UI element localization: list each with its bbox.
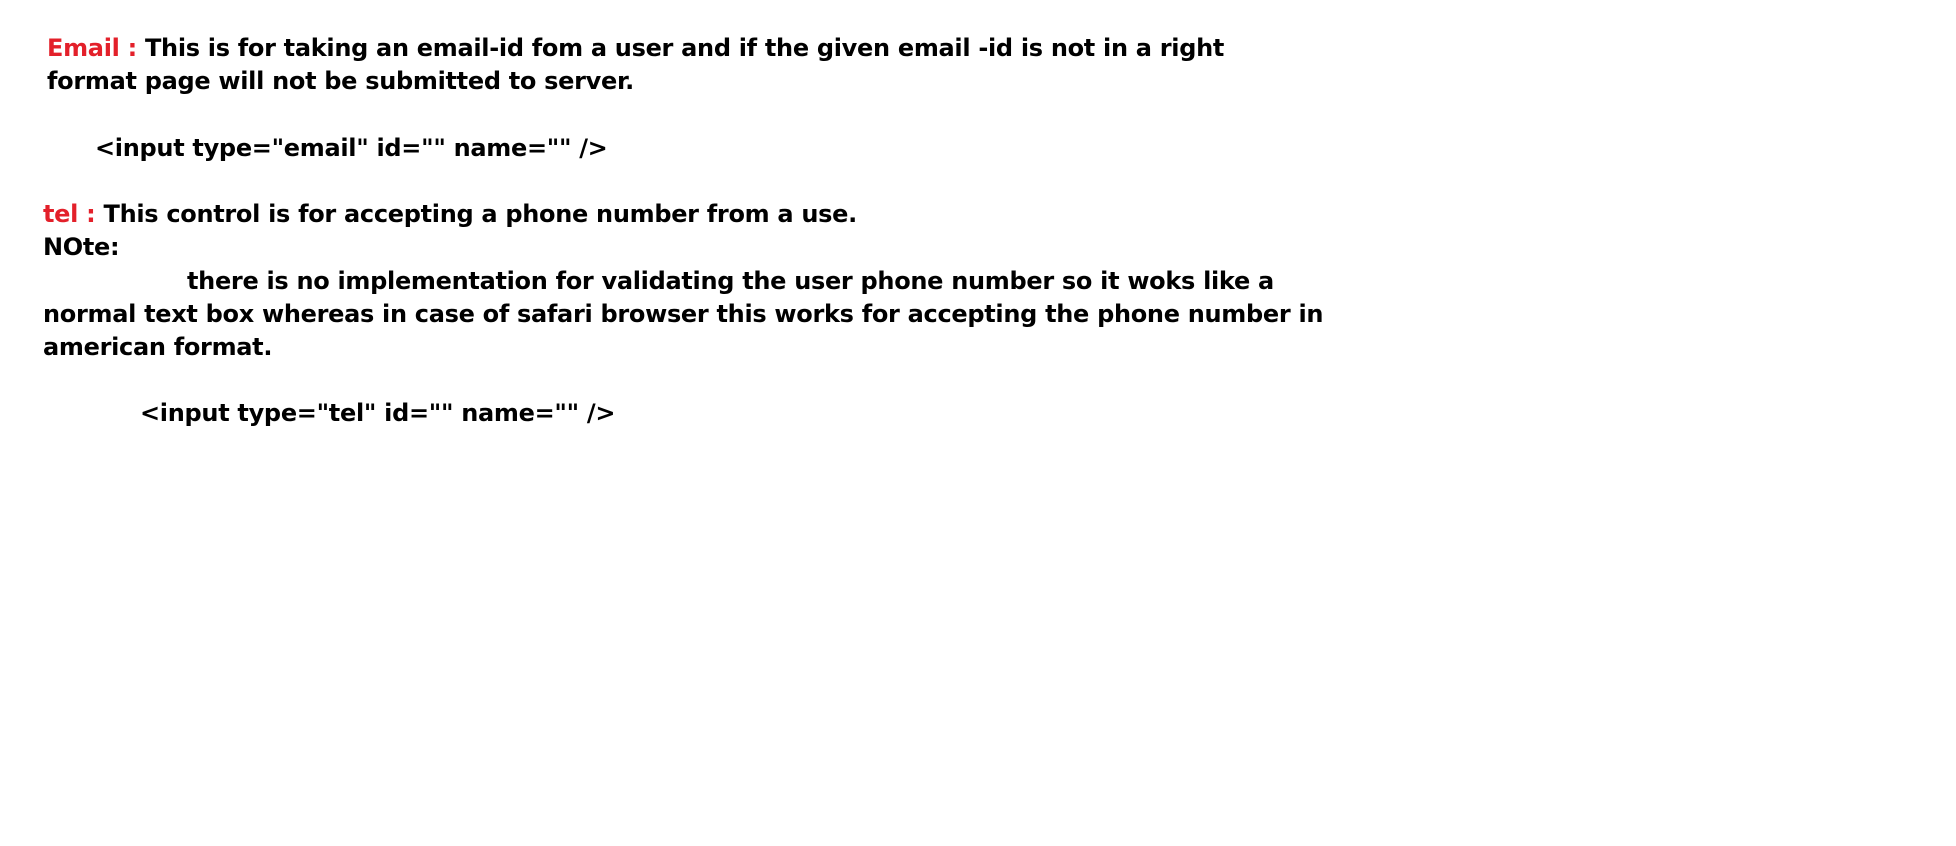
tel-keyword: tel :: [43, 200, 96, 228]
document-page: Email : This is for taking an email-id f…: [0, 0, 1956, 846]
tel-note-line1: there is no implementation for validatin…: [187, 267, 1274, 295]
tel-heading-line: tel : This control is for accepting a ph…: [43, 198, 857, 230]
email-heading-line: Email : This is for taking an email-id f…: [47, 32, 1224, 64]
email-code-sample: <input type="email" id="" name="" />: [95, 134, 608, 162]
email-description-line1: This is for taking an email-id fom a use…: [144, 34, 1225, 62]
tel-note-label: NOte:: [43, 233, 120, 261]
email-description-line2: format page will not be submitted to ser…: [47, 67, 634, 95]
tel-description: This control is for accepting a phone nu…: [103, 200, 858, 228]
tel-note-line3: american format.: [43, 333, 273, 361]
tel-note-line2: normal text box whereas in case of safar…: [43, 300, 1324, 328]
email-keyword: Email :: [47, 34, 137, 62]
tel-code-sample: <input type="tel" id="" name="" />: [140, 399, 616, 427]
